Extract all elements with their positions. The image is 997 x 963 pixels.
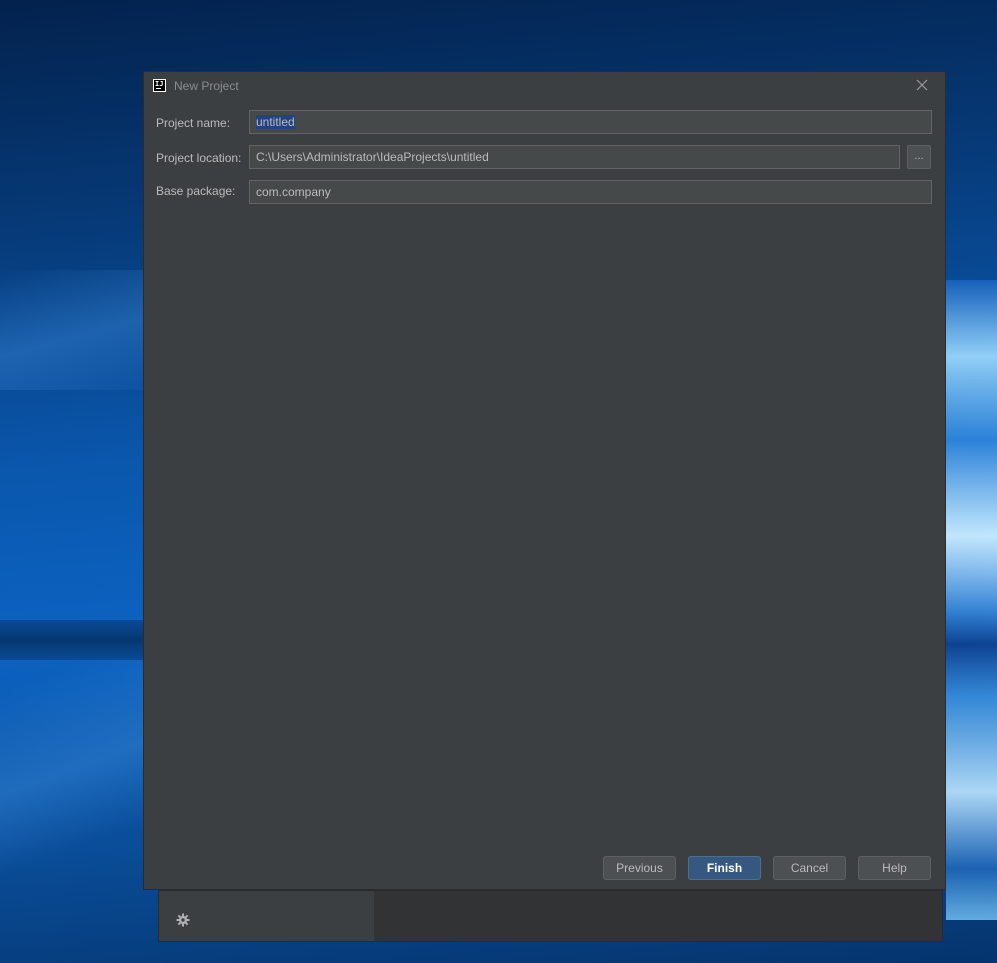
project-name-input[interactable]: untitled <box>249 110 932 134</box>
dialog-titlebar[interactable]: IJ New Project <box>144 72 945 100</box>
previous-button[interactable]: Previous <box>603 856 676 880</box>
wallpaper-light <box>946 280 997 920</box>
base-package-input[interactable]: com.company <box>249 180 932 204</box>
cancel-button[interactable]: Cancel <box>773 856 846 880</box>
gear-icon[interactable] <box>176 913 190 927</box>
project-name-value: untitled <box>256 115 295 129</box>
help-button[interactable]: Help <box>858 856 931 880</box>
browse-button[interactable]: ... <box>907 145 931 169</box>
project-location-value: C:\Users\Administrator\IdeaProjects\unti… <box>256 150 489 164</box>
project-name-label: Project name: <box>156 116 231 130</box>
project-location-label: Project location: <box>156 151 242 165</box>
base-package-value: com.company <box>256 185 331 199</box>
base-package-label: Base package: <box>156 184 236 198</box>
background-right-pane <box>374 891 942 941</box>
finish-button[interactable]: Finish <box>688 856 761 880</box>
dialog-title: New Project <box>174 79 239 93</box>
intellij-idea-icon: IJ <box>153 79 166 92</box>
project-location-input[interactable]: C:\Users\Administrator\IdeaProjects\unti… <box>249 145 900 169</box>
background-ide-window <box>158 890 943 942</box>
background-left-pane <box>159 891 374 941</box>
new-project-dialog: IJ New Project Project name: untitled Pr… <box>143 71 946 890</box>
wallpaper-light <box>0 620 145 660</box>
close-icon[interactable] <box>915 78 929 92</box>
